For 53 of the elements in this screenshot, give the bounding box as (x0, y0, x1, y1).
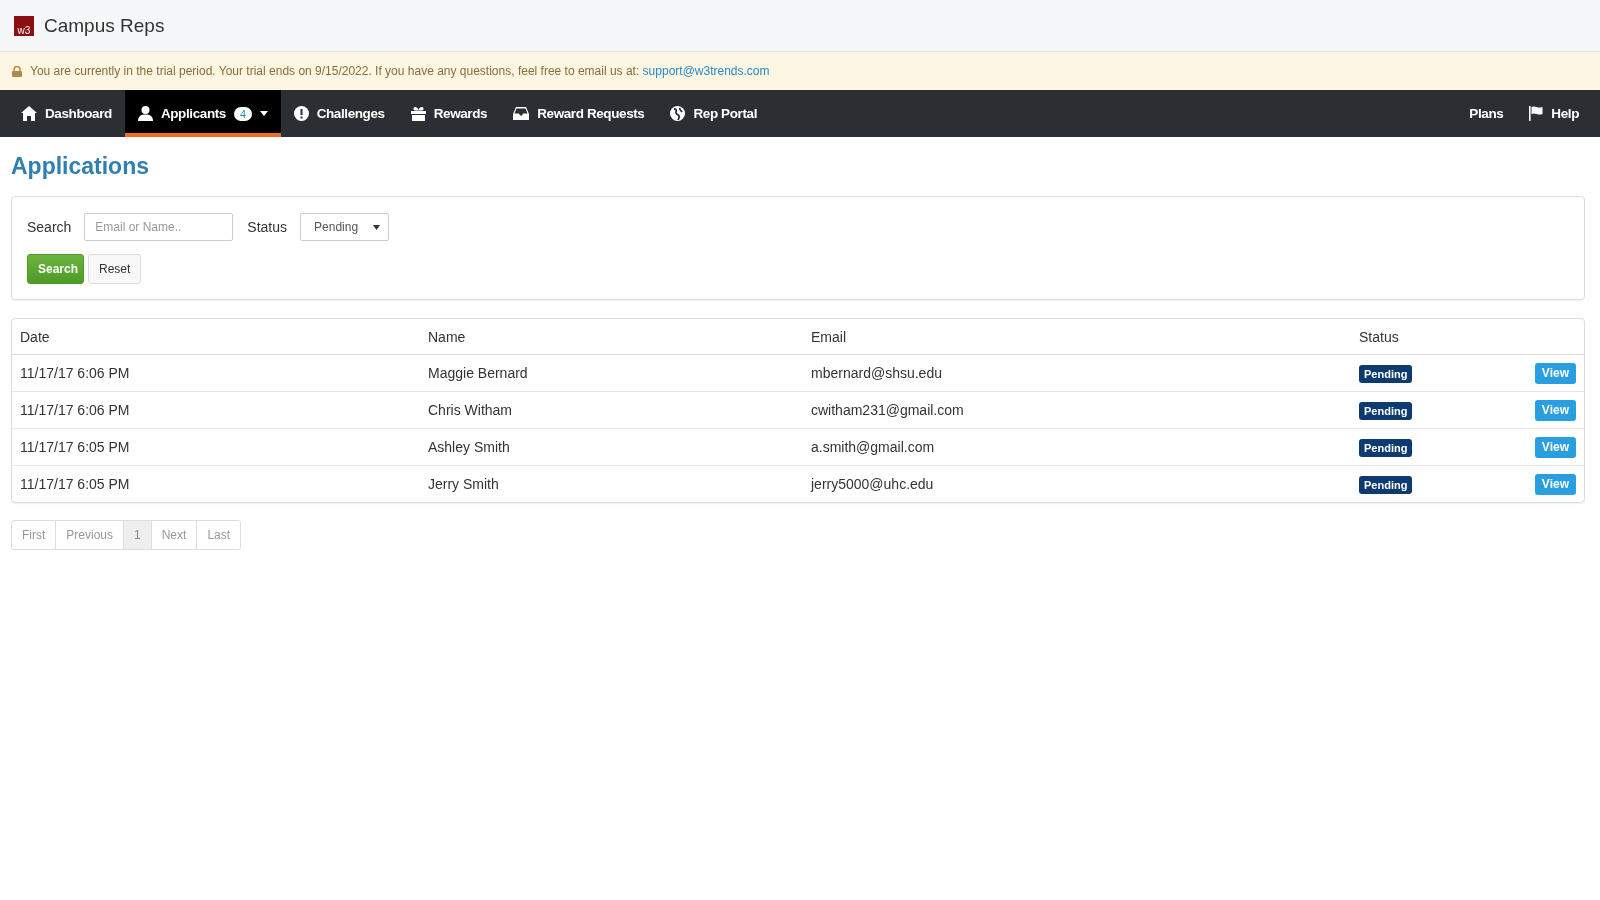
trial-notice: You are currently in the trial period. Your trial ends on 9/15/2022. If you have any questions, feel free to email us at: support@w3trends.com (30, 64, 770, 78)
globe-icon (670, 106, 686, 121)
nav-tab[interactable]: Rep Portal (657, 90, 770, 137)
table-cell: Chris Witham (420, 391, 803, 429)
nav-link[interactable]: Plans (1456, 90, 1517, 137)
caret-icon (373, 224, 381, 230)
status-label: Pending (1359, 365, 1413, 383)
status-label: Pending (1359, 402, 1413, 420)
user-icon (137, 106, 153, 121)
table-cell: mbernard@shsu.edu (803, 354, 1351, 392)
count-badge: 4 (233, 106, 252, 121)
table-cell: 11/17/17 6:05 PM (12, 465, 420, 502)
search-label: Search (27, 219, 72, 235)
search-button[interactable]: Search (27, 254, 84, 284)
table-cell: jerry5000@uhc.edu (803, 465, 1351, 502)
nav-tab[interactable]: Rewards (397, 90, 501, 137)
support-email-link[interactable]: support@w3trends.com (642, 64, 770, 78)
view-button[interactable]: View (1534, 399, 1576, 421)
table-cell: 11/17/17 6:06 PM (12, 354, 420, 392)
table-cell: Maggie Bernard (420, 354, 803, 392)
logo: w3 (14, 15, 34, 36)
nav-tab[interactable]: Dashboard (8, 90, 125, 137)
exclamation-icon (293, 106, 309, 121)
page-title: Applications (11, 153, 150, 180)
table-cell: 11/17/17 6:05 PM (12, 428, 420, 466)
inbox-icon (513, 107, 530, 120)
table-cell: Ashley Smith (420, 428, 803, 466)
table-cell: a.smith@gmail.com (803, 428, 1351, 466)
status-label: Pending (1359, 439, 1413, 457)
column-header: Name (420, 319, 803, 355)
status-dropdown[interactable]: Pending (300, 213, 390, 241)
nav-tab[interactable]: Reward Requests (500, 90, 658, 137)
view-button[interactable]: View (1534, 436, 1576, 458)
column-header: Status (1351, 319, 1479, 355)
nav-tab[interactable]: Challenges (280, 90, 398, 137)
column-header: Date (12, 319, 420, 355)
nav-tab[interactable]: Applicants 4 (124, 90, 281, 137)
nav-link[interactable]: Help (1516, 90, 1592, 137)
app-title: Campus Reps (44, 14, 165, 37)
reset-button[interactable]: Reset (88, 254, 142, 284)
gift-icon (410, 106, 426, 121)
view-button[interactable]: View (1534, 473, 1576, 495)
table-cell: cwitham231@gmail.com (803, 391, 1351, 429)
search-field[interactable]: Email or Name.. (84, 213, 234, 241)
column-header: Email (803, 319, 1351, 355)
page-link[interactable]: 1 (123, 521, 151, 549)
lock-icon (12, 65, 22, 77)
status-label: Status (247, 219, 288, 235)
table-cell: Jerry Smith (420, 465, 803, 502)
view-button[interactable]: View (1534, 362, 1576, 384)
table-cell: 11/17/17 6:06 PM (12, 391, 420, 429)
home-icon (21, 106, 37, 121)
status-label: Pending (1359, 476, 1413, 494)
